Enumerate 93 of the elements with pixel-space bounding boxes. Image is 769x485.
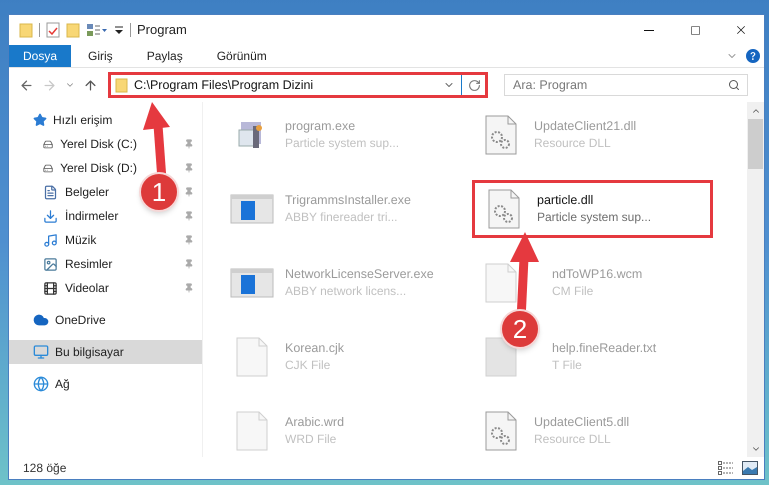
file-description: Particle system sup... [537,209,652,226]
pin-icon[interactable] [184,259,194,269]
blank-file-icon [235,337,269,377]
nav-item[interactable]: Yerel Disk (C:) [9,132,137,156]
file-description: CM File [552,283,594,300]
file-description: Resource DLL [534,431,612,448]
pin-icon[interactable] [184,283,194,293]
nav-item[interactable]: Resimler [9,252,137,276]
file-description: WRD File [285,431,338,448]
nav-item[interactable]: İndirmeler [9,204,137,228]
ribbon-tab[interactable]: Görünüm [200,45,284,67]
nav-label: Yerel Disk (D:) [60,160,137,177]
forward-icon[interactable] [42,78,57,92]
folder-icon [19,22,33,38]
pin-icon[interactable] [184,235,194,245]
layout-icon [86,23,108,37]
file-description: T File [552,357,583,374]
image-icon [43,256,58,272]
file-description: CJK File [285,357,332,374]
pin-icon[interactable] [184,163,194,173]
nav-item[interactable]: Ağ [9,372,202,396]
music-icon [43,232,58,248]
scroll-thumb[interactable] [748,119,763,169]
nav-label: Videolar [65,280,109,297]
back-icon[interactable] [19,78,34,92]
file-name: help.fineReader.txt [552,340,656,357]
search-icon[interactable] [728,79,740,91]
gear-file-icon [484,411,518,451]
nav-label: Müzik [65,232,96,249]
nav-item[interactable]: Videolar [9,276,137,300]
file-name: NetworkLicenseServer.exe [285,266,434,283]
file-description: Particle system sup... [285,135,400,152]
folder-icon [115,78,128,92]
blank-file-icon [235,411,269,451]
nav-item[interactable]: Belgeler [9,180,137,204]
pin-icon[interactable] [184,211,194,221]
nav-item[interactable]: Hızlı erişim [9,108,202,132]
details-view-icon[interactable] [718,461,734,475]
window-icon [230,192,274,226]
file-name: Korean.cjk [285,340,344,357]
nav-item[interactable]: Yerel Disk (D:) [9,156,137,180]
ribbon-tab[interactable]: Giriş [71,45,130,67]
search-field[interactable]: Ara: Program [504,74,748,96]
file-name: TrigrammsInstaller.exe [285,192,411,209]
file-name: Arabic.wrd [285,414,344,431]
customize-arrow-icon[interactable] [114,24,124,36]
blank-file-icon [484,263,518,303]
pin-icon[interactable] [184,139,194,149]
document-icon [43,184,58,200]
maximize-icon [690,24,700,36]
tiles-view-icon[interactable] [742,461,758,475]
nav-item[interactable]: Müzik [9,228,137,252]
nav-item[interactable]: Bu bilgisayar [9,340,202,364]
gear-file-icon [487,189,521,229]
window-icon [230,266,274,300]
file-name: UpdateClient21.dll [534,118,636,135]
properties-icon [46,22,60,38]
nav-label: Hızlı erişim [53,112,112,129]
monitor-icon [33,344,49,360]
file-description: ABBY finereader tri... [285,209,398,226]
file-name: program.exe [285,118,356,135]
file-description: ABBY network licens... [285,283,408,300]
file-description: Resource DLL [534,135,612,152]
film-icon [43,280,58,296]
download-icon [43,208,58,224]
pin-icon[interactable] [184,187,194,197]
star-icon [33,113,47,127]
refresh-icon[interactable] [468,78,481,92]
help-icon[interactable] [746,49,760,63]
ribbon-tab[interactable]: Paylaş [130,45,200,67]
scrollbar[interactable] [747,102,764,457]
nav-label: Ağ [55,376,70,393]
nav-label: Resimler [65,256,112,273]
nav-item[interactable]: OneDrive [9,308,202,332]
cloud-icon [33,312,49,328]
item-count: 128 öğe [23,460,66,477]
folder-icon [66,22,80,38]
gear-file-icon [484,115,518,155]
nav-label: Yerel Disk (C:) [60,136,137,153]
window-title: Program [137,21,187,40]
address-field[interactable]: C:\Program Files\Program Dizini [108,72,488,98]
network-icon [33,376,49,392]
file-name: UpdateClient5.dll [534,414,630,431]
ribbon-tab[interactable]: Dosya [9,45,72,67]
nav-label: Bu bilgisayar [55,344,124,361]
file-name: particle.dll [537,192,594,209]
file-name: ndToWP16.wcm [552,266,642,283]
nav-label: Belgeler [65,184,110,201]
nav-label: OneDrive [55,312,106,329]
text-file-icon [484,337,518,377]
nav-label: İndirmeler [65,208,118,225]
up-icon[interactable] [83,78,98,92]
address-text: C:\Program Files\Program Dizini [134,76,314,94]
